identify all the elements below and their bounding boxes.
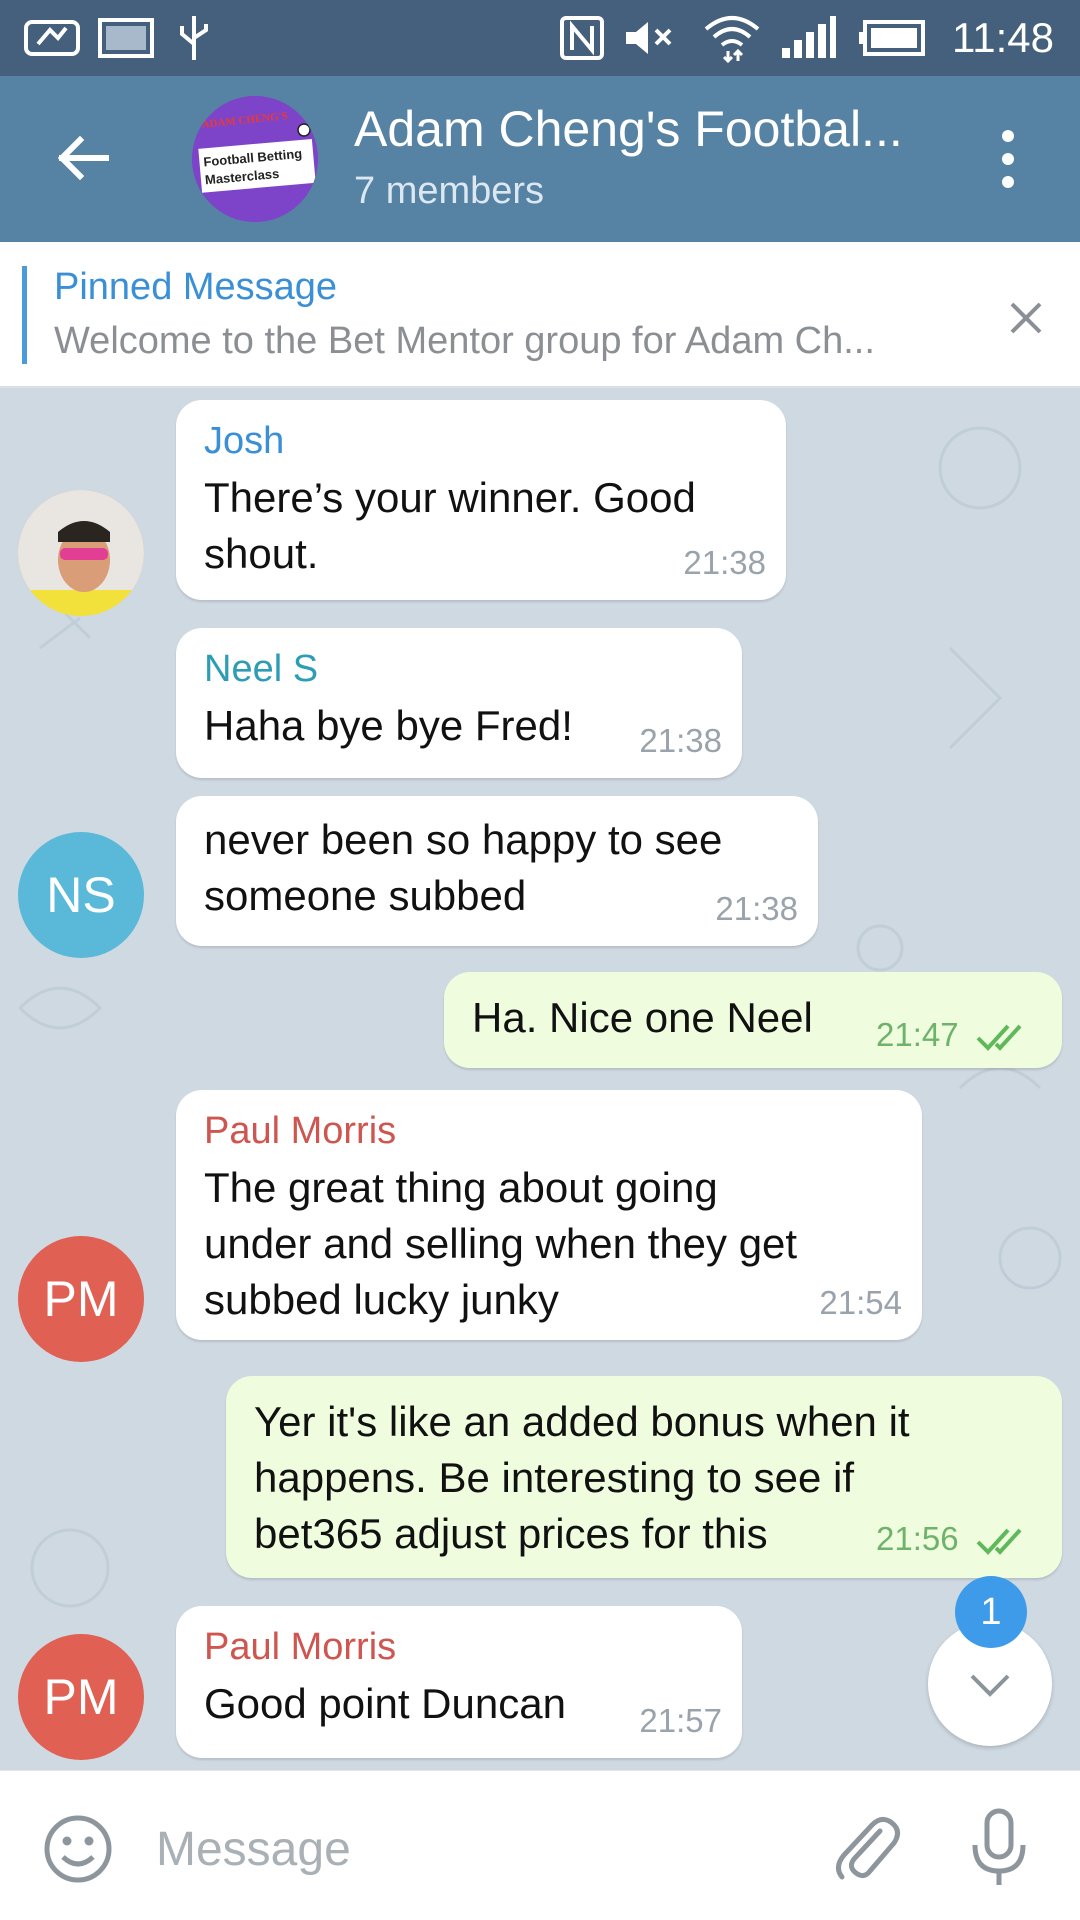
- message-text: Yer it's like an added bonus when it hap…: [254, 1398, 910, 1557]
- microphone-button[interactable]: [968, 1807, 1030, 1889]
- message-bubble-outgoing[interactable]: Yer it's like an added bonus when it hap…: [226, 1376, 1062, 1578]
- more-options-button[interactable]: [990, 126, 1026, 192]
- more-vertical-icon: [1002, 130, 1014, 188]
- member-count: 7 members: [354, 170, 545, 212]
- pinned-label: Pinned Message: [54, 266, 338, 308]
- gallery-icon: [96, 16, 156, 60]
- notification-icon: [22, 16, 82, 60]
- chat-title[interactable]: Adam Cheng's Footbal...: [354, 100, 954, 158]
- message-sender[interactable]: Neel S: [204, 648, 318, 691]
- message-bubble[interactable]: never been so happy to see someone subbe…: [176, 796, 818, 946]
- message-bubble[interactable]: Paul Morris The great thing about going …: [176, 1090, 922, 1340]
- close-icon: [1010, 302, 1042, 334]
- avatar-initials: PM: [43, 1669, 119, 1725]
- message-text: Haha bye bye Fred!: [204, 702, 573, 749]
- status-bar: 11:48: [0, 0, 1080, 76]
- avatar-initials: PM: [43, 1271, 119, 1327]
- pinned-message[interactable]: Pinned Message Welcome to the Bet Mentor…: [0, 242, 1080, 388]
- group-avatar[interactable]: ADAM CHENG'S Football Betting Masterclas…: [192, 96, 318, 222]
- emoji-button[interactable]: [42, 1813, 114, 1885]
- message-bubble[interactable]: Josh There’s your winner. Good shout. 21…: [176, 400, 786, 600]
- back-button[interactable]: [48, 122, 120, 194]
- avatar[interactable]: PM: [18, 1634, 144, 1760]
- signal-icon: [778, 16, 838, 60]
- message-time: 21:57: [639, 1702, 722, 1739]
- avatar[interactable]: PM: [18, 1236, 144, 1362]
- avatar[interactable]: [18, 490, 144, 616]
- nfc-icon: [558, 16, 606, 60]
- message-text: The great thing about going under and se…: [204, 1164, 798, 1323]
- read-checkmarks-icon: [976, 1528, 1022, 1555]
- microphone-icon: [972, 1808, 1026, 1885]
- message-time: 21:56: [876, 1520, 959, 1557]
- pinned-accent-bar: [22, 266, 27, 364]
- pinned-text: Welcome to the Bet Mentor group for Adam…: [54, 320, 875, 362]
- avatar[interactable]: NS: [18, 832, 144, 958]
- message-bubble[interactable]: Neel S Haha bye bye Fred! 21:38: [176, 628, 742, 778]
- message-sender[interactable]: Paul Morris: [204, 1626, 396, 1669]
- message-time: 21:38: [715, 890, 798, 927]
- message-composer: [0, 1770, 1080, 1920]
- avatar-initials: NS: [46, 867, 116, 923]
- unread-count-badge: 1: [955, 1576, 1027, 1648]
- read-checkmarks-icon: [976, 1024, 1022, 1051]
- message-bubble-outgoing[interactable]: Ha. Nice one Neel 21:47: [444, 972, 1062, 1068]
- message-text: Good point Duncan: [204, 1680, 566, 1727]
- message-sender[interactable]: Josh: [204, 420, 284, 463]
- status-time: 11:48: [952, 14, 1054, 61]
- usb-icon: [172, 16, 216, 60]
- chat-header: ADAM CHENG'S Football Betting Masterclas…: [0, 76, 1080, 242]
- message-text: Ha. Nice one Neel: [472, 994, 813, 1041]
- message-input[interactable]: [156, 1809, 796, 1889]
- message-sender[interactable]: Paul Morris: [204, 1110, 396, 1153]
- message-time: 21:47: [876, 1016, 959, 1053]
- smiley-icon: [44, 1815, 112, 1883]
- message-text: There’s your winner. Good shout.: [204, 474, 696, 577]
- pinned-close-button[interactable]: [1004, 296, 1048, 340]
- message-text: never been so happy to see someone subbe…: [204, 816, 723, 919]
- message-list[interactable]: NS PM PM Josh There’s your winner. Good …: [0, 388, 1080, 1770]
- battery-icon: [856, 16, 926, 60]
- message-time: 21:38: [683, 544, 766, 581]
- user-photo-icon: [18, 490, 144, 616]
- message-time: 21:38: [639, 722, 722, 759]
- message-time: 21:54: [819, 1284, 902, 1321]
- wifi-icon: [700, 16, 764, 63]
- arrow-left-icon: [57, 135, 109, 181]
- attach-button[interactable]: [828, 1809, 906, 1887]
- message-bubble[interactable]: Paul Morris Good point Duncan 21:57: [176, 1606, 742, 1758]
- paperclip-icon: [836, 1817, 900, 1880]
- mute-icon: [620, 16, 680, 60]
